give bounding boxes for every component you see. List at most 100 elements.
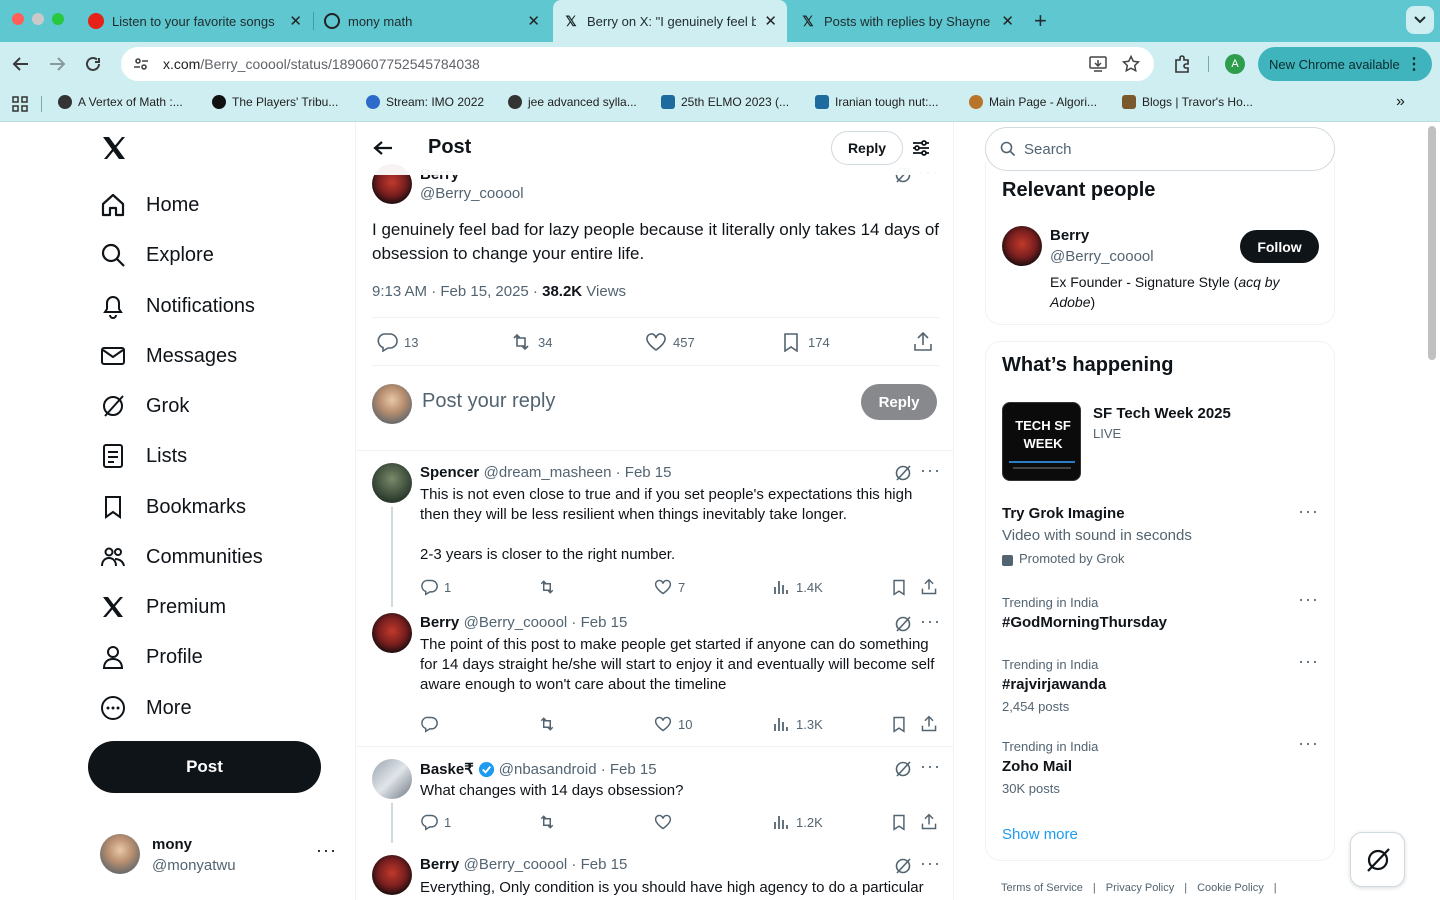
url-bar[interactable]: x.com/Berry_cooool/status/18906077525457… xyxy=(121,47,1154,81)
reply-author-handle[interactable]: @Berry_cooool · Feb 15 xyxy=(464,856,628,873)
reply-author-name[interactable]: Spencer xyxy=(420,464,479,481)
nav-profile[interactable]: Profile xyxy=(100,637,203,677)
more-dots-icon[interactable]: ··· xyxy=(1298,733,1319,754)
grok-icon[interactable] xyxy=(894,615,912,633)
grok-icon[interactable] xyxy=(894,857,912,875)
maximize-window-button[interactable] xyxy=(52,13,64,25)
more-dots-icon[interactable]: ··· xyxy=(1298,589,1319,610)
reply-author-handle[interactable]: @nbasandroid · Feb 15 xyxy=(499,761,657,778)
trend-item[interactable]: Trending in India Zoho Mail 30K posts ··… xyxy=(1002,733,1322,797)
nav-premium[interactable]: Premium xyxy=(100,587,226,627)
reply-action[interactable]: 1 xyxy=(420,578,451,596)
page-scrollbar[interactable] xyxy=(1428,126,1436,360)
cookie-link[interactable]: Cookie Policy xyxy=(1197,882,1264,894)
reply-author-name[interactable]: Baske₹ xyxy=(420,760,474,778)
bookmark-item[interactable]: Iranian tough nut:... xyxy=(815,95,938,109)
x-logo-icon[interactable] xyxy=(100,134,128,164)
nav-explore[interactable]: Explore xyxy=(100,235,214,275)
site-settings-icon[interactable] xyxy=(133,56,149,72)
nav-bookmarks[interactable]: Bookmarks xyxy=(100,487,246,527)
nav-communities[interactable]: Communities xyxy=(100,537,263,577)
close-tab-icon[interactable]: ✕ xyxy=(1001,12,1014,30)
new-tab-button[interactable]: + xyxy=(1034,8,1047,34)
avatar[interactable] xyxy=(372,759,412,799)
sliders-icon[interactable] xyxy=(911,138,931,158)
nav-messages[interactable]: Messages xyxy=(100,336,237,376)
reload-icon[interactable] xyxy=(84,55,102,73)
reply-item[interactable]: Baske₹ @nbasandroid · Feb 15 ··· What ch… xyxy=(356,747,953,900)
post-button[interactable]: Post xyxy=(88,741,321,793)
reply-author-name[interactable]: Berry xyxy=(420,614,459,631)
minimize-window-button[interactable] xyxy=(32,13,44,25)
avatar[interactable] xyxy=(372,463,412,503)
repost-action[interactable] xyxy=(538,813,562,831)
nav-more[interactable]: More xyxy=(100,688,192,728)
nav-home[interactable]: Home xyxy=(100,185,199,225)
reply-author-handle[interactable]: @Berry_cooool · Feb 15 xyxy=(464,614,628,631)
close-tab-icon[interactable]: ✕ xyxy=(289,12,302,30)
bookmark-item[interactable]: 25th ELMO 2023 (... xyxy=(661,95,789,109)
grok-icon[interactable] xyxy=(894,464,912,482)
header-reply-button[interactable]: Reply xyxy=(831,131,903,165)
tab-mony-math[interactable]: mony math ✕ xyxy=(314,4,550,38)
reply-action[interactable]: 13 xyxy=(376,332,418,352)
person-handle[interactable]: @Berry_cooool xyxy=(1050,248,1154,265)
share-icon[interactable] xyxy=(920,578,938,596)
reply-author-handle[interactable]: @dream_masheen · Feb 15 xyxy=(484,464,672,481)
bookmark-item[interactable]: Stream: IMO 2022 xyxy=(366,95,484,109)
share-icon[interactable] xyxy=(920,715,938,733)
like-action[interactable] xyxy=(654,813,678,831)
repost-action[interactable]: 34 xyxy=(510,332,552,352)
like-action[interactable]: 10 xyxy=(654,715,692,733)
more-dots-icon[interactable]: ··· xyxy=(1298,501,1319,522)
bookmark-icon[interactable] xyxy=(890,578,908,596)
grok-floating-button[interactable] xyxy=(1350,832,1405,887)
repost-action[interactable] xyxy=(538,578,562,596)
install-app-icon[interactable] xyxy=(1089,55,1107,73)
terms-link[interactable]: Terms of Service xyxy=(1001,882,1083,894)
more-dots-icon[interactable]: ··· xyxy=(920,611,941,632)
more-bookmarks-icon[interactable]: » xyxy=(1396,93,1405,111)
share-icon[interactable] xyxy=(912,332,934,352)
nav-grok[interactable]: Grok xyxy=(100,386,189,426)
tab-search-button[interactable] xyxy=(1406,6,1434,34)
tab-shayne-replies[interactable]: 𝕏 Posts with replies by Shayne ✕ xyxy=(790,4,1024,38)
close-window-button[interactable] xyxy=(12,13,24,25)
tab-youtube-music[interactable]: Listen to your favorite songs ✕ xyxy=(78,4,312,38)
more-dots-icon[interactable]: ··· xyxy=(920,460,941,481)
show-more-link[interactable]: Show more xyxy=(1002,826,1078,843)
event-item[interactable]: TECH SF WEEK SF Tech Week 2025 LIVE xyxy=(1002,402,1322,482)
follow-button[interactable]: Follow xyxy=(1240,230,1319,263)
author-handle[interactable]: @Berry_cooool xyxy=(420,185,524,202)
new-chrome-available-button[interactable]: New Chrome available ⋮ xyxy=(1258,47,1432,81)
bookmark-icon[interactable] xyxy=(890,715,908,733)
views-action[interactable]: 1.3K xyxy=(772,715,823,733)
bookmark-item[interactable]: Blogs | Travor's Ho... xyxy=(1122,95,1253,109)
back-arrow-icon[interactable] xyxy=(12,55,30,73)
views-action[interactable]: 1.2K xyxy=(772,813,823,831)
more-dots-icon[interactable]: ··· xyxy=(1298,651,1319,672)
reply-composer-input[interactable]: Post your reply xyxy=(422,390,555,413)
bookmark-star-icon[interactable] xyxy=(1122,55,1140,73)
share-icon[interactable] xyxy=(920,813,938,831)
profile-avatar[interactable]: A xyxy=(1225,54,1245,74)
bookmark-item[interactable]: The Players' Tribu... xyxy=(212,95,338,109)
tab-berry-post[interactable]: 𝕏 Berry on X: "I genuinely feel b ✕ xyxy=(553,0,787,42)
avatar[interactable] xyxy=(1002,226,1042,266)
like-action[interactable]: 457 xyxy=(645,332,695,352)
forward-arrow-icon[interactable] xyxy=(48,55,66,73)
bookmark-action[interactable]: 174 xyxy=(780,332,830,352)
post-timestamp[interactable]: 9:13 AM · Feb 15, 2025 · xyxy=(372,283,542,300)
reply-author-name[interactable]: Berry xyxy=(420,856,459,873)
grok-icon[interactable] xyxy=(894,760,912,778)
nav-notifications[interactable]: Notifications xyxy=(100,286,255,326)
bookmark-icon[interactable] xyxy=(890,813,908,831)
reply-item[interactable]: Spencer @dream_masheen · Feb 15 ··· This… xyxy=(356,451,953,745)
apps-grid-icon[interactable] xyxy=(12,96,28,112)
account-switcher[interactable]: mony @monyatwu ··· xyxy=(100,834,340,876)
avatar[interactable] xyxy=(372,613,412,653)
close-tab-icon[interactable]: ✕ xyxy=(527,12,540,30)
extensions-puzzle-icon[interactable] xyxy=(1172,54,1192,74)
views-action[interactable]: 1.4K xyxy=(772,578,823,596)
trend-item[interactable]: Trending in India #GodMorningThursday ··… xyxy=(1002,589,1322,637)
